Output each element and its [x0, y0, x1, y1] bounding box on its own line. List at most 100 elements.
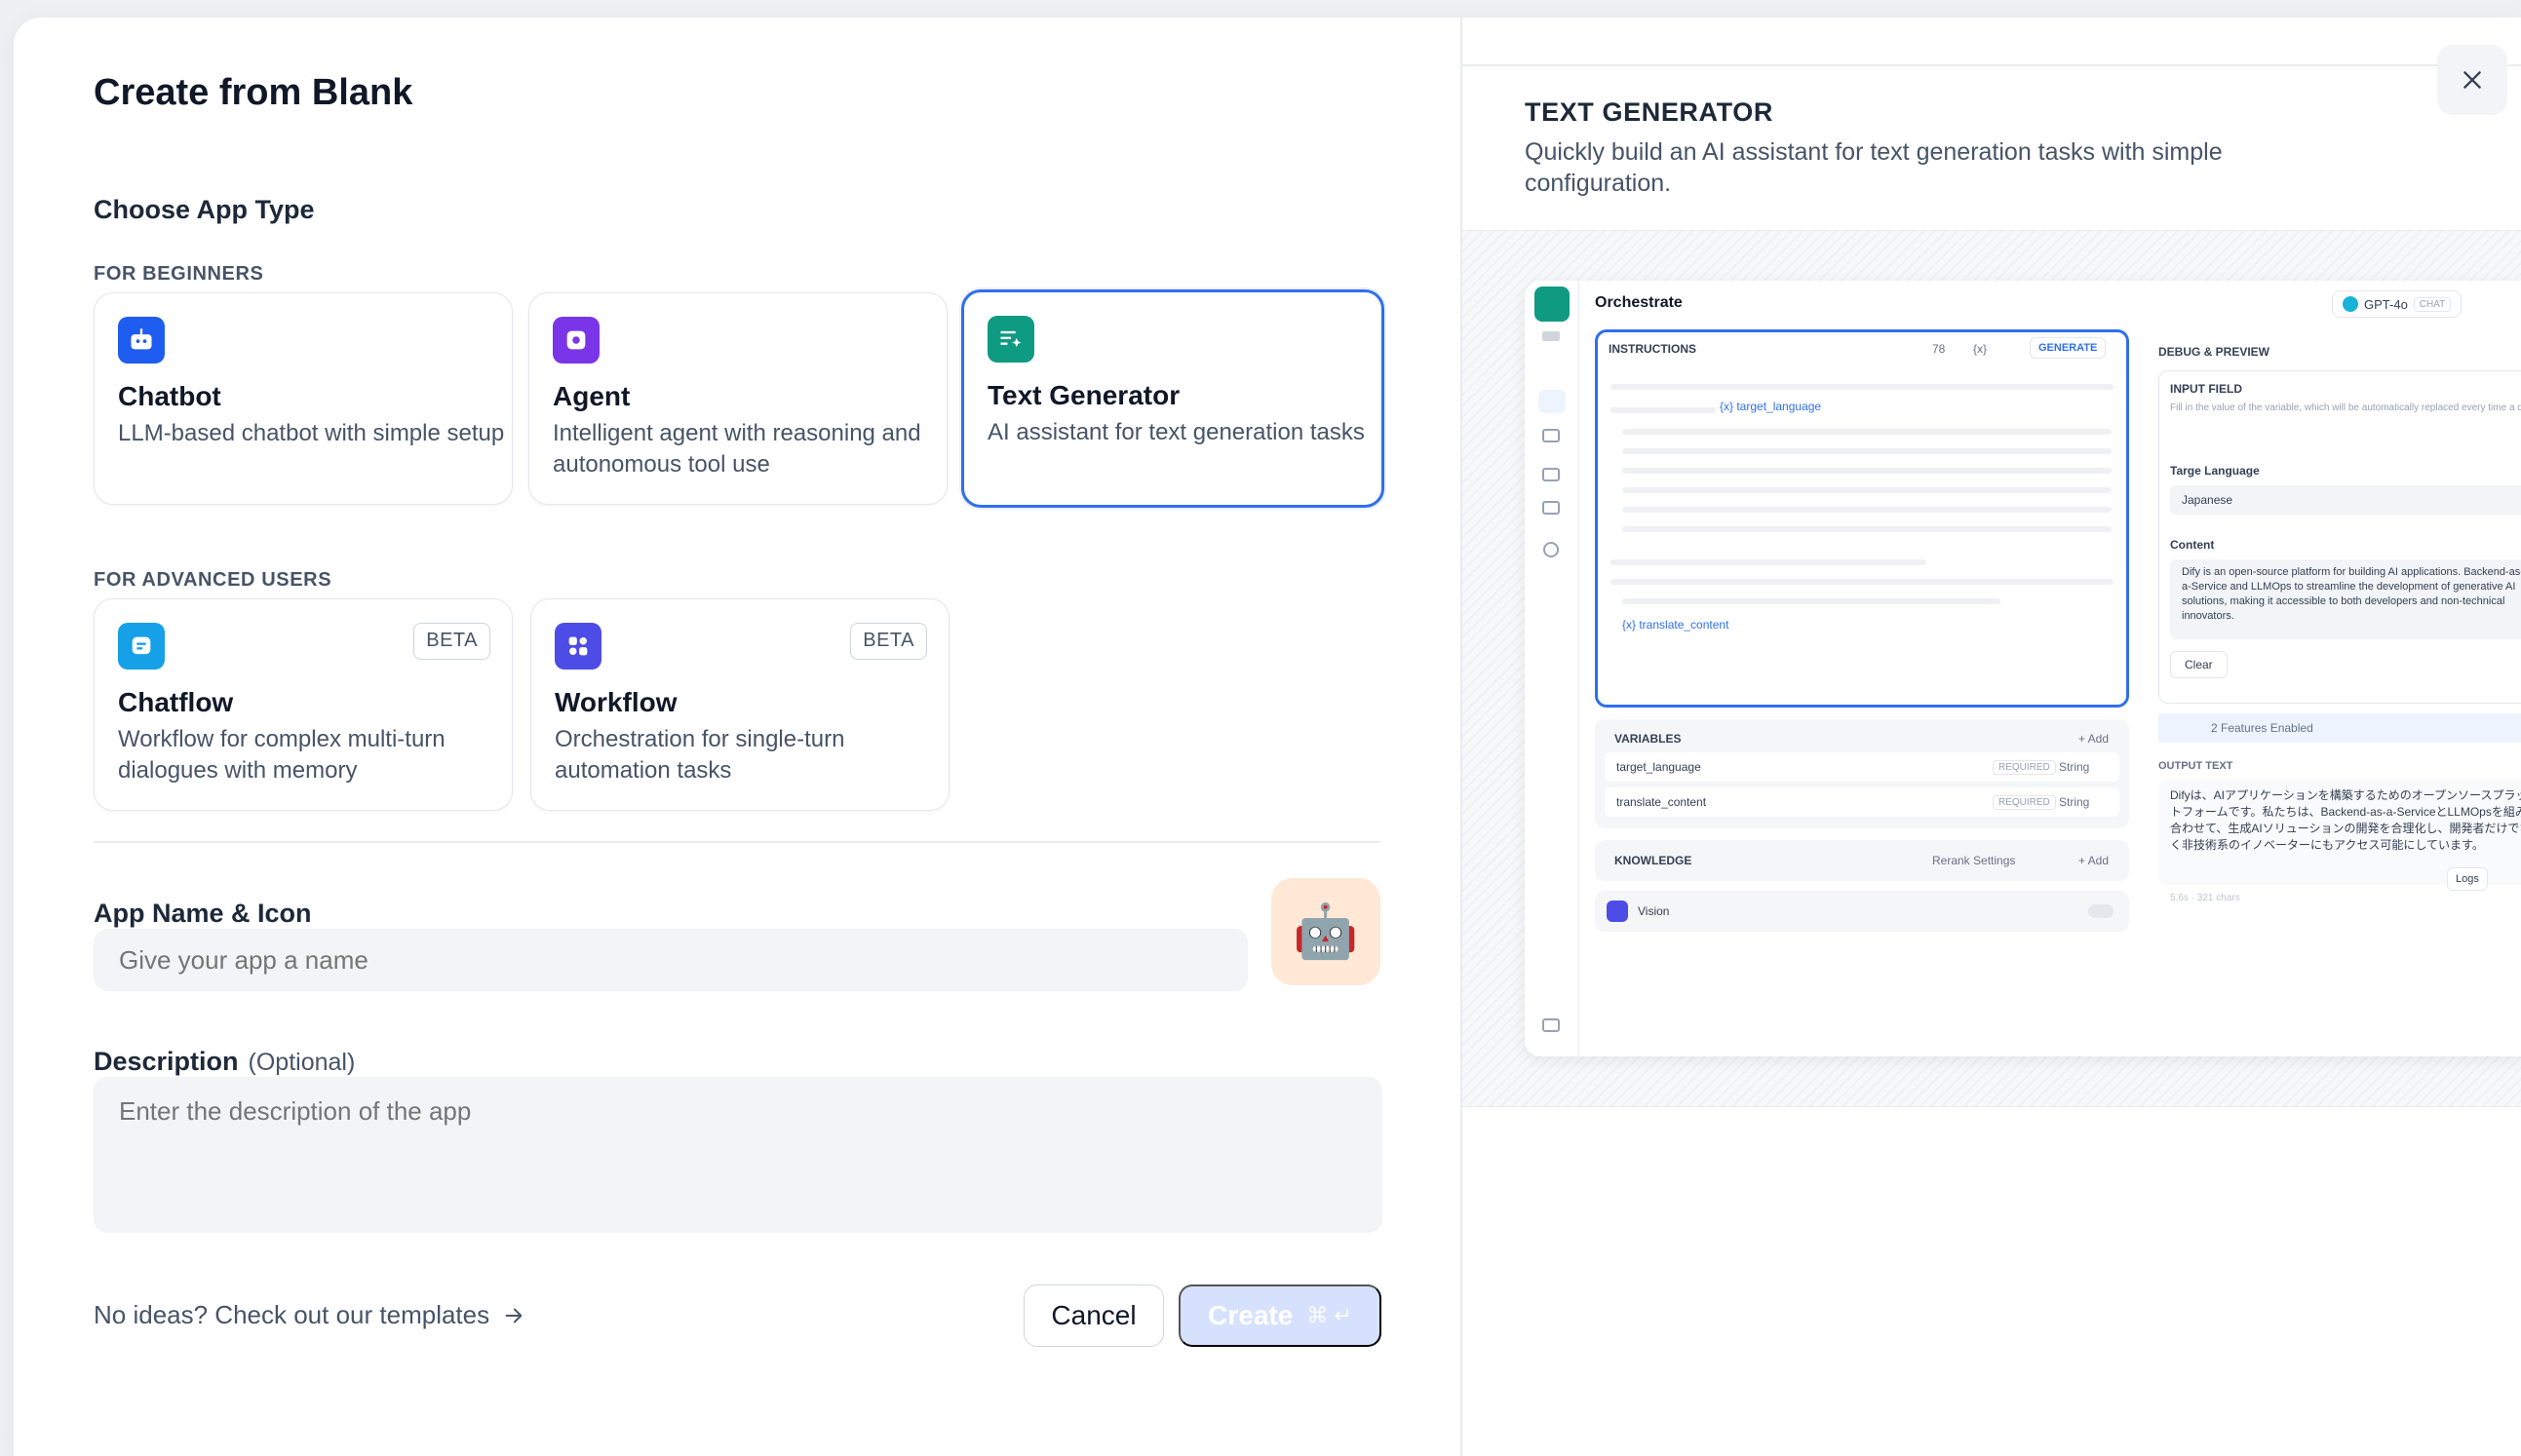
- mock-orchestrate-title: Orchestrate: [1595, 294, 1683, 311]
- beta-badge: BETA: [850, 623, 927, 660]
- mock-var-chip: {x} target_language: [1720, 400, 1822, 413]
- mock-type-label: String: [2059, 795, 2090, 809]
- mock-content-label: Content: [2170, 538, 2215, 552]
- cancel-button[interactable]: Cancel: [1024, 1284, 1164, 1347]
- mock-app-icon: [1534, 287, 1570, 322]
- app-type-card-text-generator[interactable]: Text Generator AI assistant for text gen…: [961, 289, 1384, 508]
- for-advanced-users-label: FOR ADVANCED USERS: [94, 569, 332, 591]
- mock-rail-icon: [1542, 1018, 1560, 1032]
- mock-content-field: Dify is an open-source platform for buil…: [2170, 559, 2521, 639]
- chatbot-icon: [118, 317, 165, 364]
- create-form-panel: Create from Blank Choose App Type FOR BE…: [14, 18, 1460, 1456]
- mock-vision-panel: [1595, 891, 2129, 932]
- mock-rail-icon: [1542, 331, 1560, 341]
- mock-text-line: [1622, 448, 2112, 454]
- close-icon: [2463, 71, 2481, 89]
- card-title: Agent: [553, 381, 631, 411]
- mock-targe-language-label: Targe Language: [2170, 464, 2260, 478]
- mock-required-tag: REQUIRED: [1993, 795, 2056, 810]
- dialog-title: Create from Blank: [94, 72, 413, 113]
- app-type-preview-panel: TEXT GENERATOR Quickly build an AI assis…: [1460, 18, 2521, 1456]
- card-description: LLM-based chatbot with simple setup: [118, 420, 505, 446]
- mock-text-line: [1622, 526, 2112, 532]
- mock-char-count: 78: [1932, 342, 1946, 356]
- app-name-input[interactable]: [94, 929, 1248, 991]
- card-description: Workflow for complex multi-turn dialogue…: [118, 726, 446, 784]
- mock-rail-icon: [1542, 468, 1560, 481]
- mock-text-line: [1622, 468, 2112, 474]
- mock-variable-name: target_language: [1616, 760, 1701, 774]
- mock-text-line: [1610, 579, 2114, 585]
- preview-title: TEXT GENERATOR: [1525, 97, 1773, 127]
- mock-logs-button: Logs: [2447, 867, 2488, 891]
- mock-model-name: GPT-4o: [2364, 296, 2408, 312]
- app-name-icon-label: App Name & Icon: [94, 899, 312, 928]
- templates-link[interactable]: No ideas? Check out our templates: [94, 1300, 524, 1330]
- create-shortcut: ⌘ ↵: [1306, 1303, 1352, 1327]
- mock-input-field-label: INPUT FIELD: [2170, 382, 2242, 396]
- mock-model-tag: CHAT: [2413, 296, 2452, 312]
- app-type-card-agent[interactable]: Agent Intelligent agent with reasoning a…: [528, 292, 948, 505]
- mock-debug-title: DEBUG & PREVIEW: [2158, 345, 2270, 359]
- mock-rail-icon: [1542, 501, 1560, 515]
- app-type-card-chatflow[interactable]: BETA Chatflow Workflow for complex multi…: [94, 598, 513, 811]
- mock-content-text: Dify is an open-source platform for buil…: [2182, 566, 2521, 622]
- mock-text-line: [1622, 429, 2112, 435]
- mock-model-selector: GPT-4o CHAT: [2332, 290, 2463, 318]
- app-type-card-chatbot[interactable]: Chatbot LLM-based chatbot with simple se…: [94, 292, 513, 505]
- description-textarea[interactable]: [94, 1077, 1382, 1233]
- create-button-label: Create: [1208, 1300, 1294, 1330]
- mock-text-line: [1622, 507, 2112, 513]
- card-title: Text Generator: [988, 380, 1181, 410]
- model-icon: [2343, 296, 2358, 312]
- app-icon-picker[interactable]: 🤖: [1271, 878, 1380, 985]
- text-generator-icon: [988, 316, 1034, 363]
- mock-generate-button: GENERATE: [2030, 337, 2107, 359]
- create-button[interactable]: Create ⌘ ↵: [1179, 1284, 1381, 1347]
- mock-var-button: {x}: [1973, 342, 1988, 356]
- mock-knowledge-label: KNOWLEDGE: [1614, 854, 1692, 867]
- mock-features-label: 2 Features Enabled: [2211, 721, 2313, 735]
- mock-text-line: [1622, 487, 2112, 493]
- mock-required-tag: REQUIRED: [1993, 760, 2056, 775]
- mock-text-line: [1622, 598, 2000, 604]
- mock-clear-button: Clear: [2170, 651, 2228, 678]
- mock-output-stats: 5.6s · 321 chars: [2170, 893, 2240, 903]
- mock-add-variable: + Add: [2078, 732, 2110, 746]
- mock-language-value: Japanese: [2182, 493, 2233, 507]
- card-description: Orchestration for single-turn automation…: [555, 726, 845, 784]
- for-beginners-label: FOR BEGINNERS: [94, 263, 264, 285]
- card-title: Chatbot: [118, 381, 221, 411]
- mock-rail-icon-active: [1538, 390, 1566, 413]
- close-button[interactable]: [2437, 45, 2507, 115]
- mock-output-text: Difyは、AIアプリケーションを構築するためのオープンソースプラットフォームで…: [2170, 788, 2521, 852]
- choose-app-type-heading: Choose App Type: [94, 195, 315, 224]
- description-label-row: Description (Optional): [94, 1047, 355, 1077]
- create-app-dialog: Create from Blank Choose App Type FOR BE…: [14, 18, 2521, 1456]
- beta-badge: BETA: [413, 623, 490, 660]
- mock-text-line: [1610, 559, 1926, 565]
- arrow-right-icon: [505, 1308, 523, 1322]
- templates-link-text: No ideas? Check out our templates: [94, 1300, 490, 1329]
- mock-variable-name: translate_content: [1616, 795, 1707, 809]
- card-title: Chatflow: [118, 687, 234, 717]
- card-description: AI assistant for text generation tasks: [988, 419, 1365, 445]
- mock-text-line: [1610, 384, 2114, 390]
- workflow-icon: [555, 623, 601, 670]
- chatflow-icon: [118, 623, 165, 670]
- preview-screenshot: Orchestrate GPT-4o CHAT INSTRUCTIONS 78 …: [1525, 281, 2521, 1056]
- mock-rerank-settings: Rerank Settings: [1932, 854, 2016, 867]
- mock-instructions-label: INSTRUCTIONS: [1609, 342, 1696, 356]
- mock-input-hint: Fill in the value of the variable, which…: [2170, 402, 2521, 413]
- mock-output-label: OUTPUT TEXT: [2158, 760, 2233, 772]
- vision-icon: [1607, 900, 1628, 922]
- preview-top-divider: [1462, 64, 2521, 66]
- card-description: Intelligent agent with reasoning and aut…: [553, 420, 921, 478]
- preview-description: Quickly build an AI assistant for text g…: [1525, 138, 2223, 197]
- mock-text-line: [1610, 407, 1716, 413]
- app-type-card-workflow[interactable]: BETA Workflow Orchestration for single-t…: [530, 598, 950, 811]
- optional-label: (Optional): [248, 1049, 356, 1076]
- mock-add-knowledge: + Add: [2078, 854, 2110, 867]
- mock-rail-icon: [1542, 429, 1560, 442]
- section-divider: [94, 841, 1380, 843]
